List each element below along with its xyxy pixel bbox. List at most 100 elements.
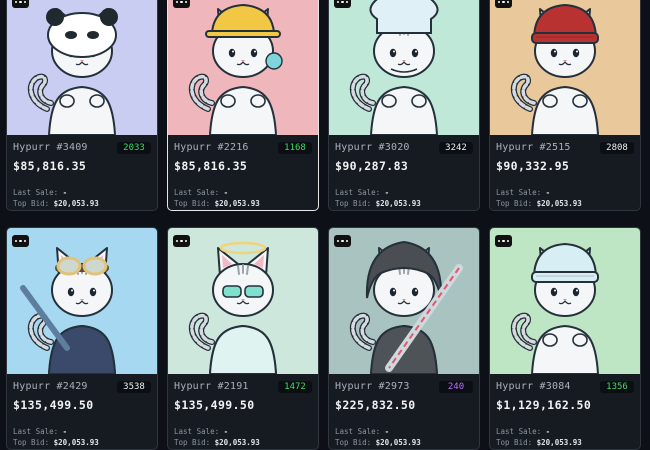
last-sale-value: - [62,188,68,197]
nft-info: Hypurr #2429 3538 $135,499.50 Last Sale: -T… [7,374,157,448]
last-sale-label: Last Sale: [335,188,381,197]
nft-image[interactable] [490,228,640,374]
more-options-icon[interactable] [495,235,512,247]
more-options-icon[interactable] [12,0,29,8]
nft-price: $90,332.95 [496,159,570,173]
nft-image[interactable] [7,228,157,374]
title-row: Hypurr #2973 240 [335,378,473,395]
more-options-icon[interactable] [334,0,351,8]
top-bid-row: Top Bid: $20,053.93 [335,437,473,448]
last-sale-label: Last Sale: [496,188,542,197]
top-bid-label: Top Bid: [13,438,50,447]
nft-card[interactable]: Hypurr #2429 3538 $135,499.50 Last Sale: -T… [6,227,158,450]
nft-image[interactable] [329,0,479,135]
top-bid-row: Top Bid: $20,053.93 [496,437,634,448]
nft-price: $1,129,162.50 [496,398,592,412]
nft-image[interactable] [7,0,157,135]
top-bid-label: Top Bid: [496,438,533,447]
nft-info: Hypurr #2191 1472 $135,499.50 Last Sale: -T… [168,374,318,448]
more-options-icon[interactable] [12,235,29,247]
nft-card[interactable]: Hypurr #2191 1472 $135,499.50 Last Sale: -T… [167,227,319,450]
nft-price: $90,287.83 [335,159,409,173]
rarity-rank-badge: 1168 [278,141,312,154]
nft-card[interactable]: Hypurr #3409 2033 $85,816.35 Last Sale: - To… [6,0,158,211]
top-bid-row: Top Bid: $20,053.93 [174,437,312,448]
nft-info: Hypurr #3020 3242 $90,287.83 Last Sale: - To… [329,135,479,209]
nft-name: Hypurr #3409 [13,142,88,153]
hypurr-artwork [329,0,479,135]
top-bid-value: $20,053.93 [375,199,421,208]
top-bid-value: $20,053.93 [536,438,582,447]
last-sale-value: - [384,427,390,436]
hypurr-artwork [7,228,157,374]
nft-card[interactable]: Hypurr #2216 1168 $85,816.35 Last Sale: - To… [167,0,319,211]
top-bid-value: $20,053.93 [375,438,421,447]
nft-name: Hypurr #2973 [335,381,410,392]
sale-info: Last Sale: - Top Bid: $20,053.93 [335,187,473,209]
last-sale-value: - [62,427,68,436]
nft-card[interactable]: Hypurr #3084 1356 $1,129,162.50 Last Sale: … [489,227,641,450]
top-bid-row: Top Bid: $20,053.93 [13,198,151,209]
nft-price: $85,816.35 [174,159,248,173]
top-bid-label: Top Bid: [174,438,211,447]
hypurr-artwork [168,0,318,135]
nft-card[interactable]: Hypurr #3020 3242 $90,287.83 Last Sale: - To… [328,0,480,211]
nft-name: Hypurr #3084 [496,381,571,392]
title-row: Hypurr #3084 1356 [496,378,634,395]
sale-info: Last Sale: - Top Bid: $20,053.93 [174,187,312,209]
top-bid-value: $20,053.93 [214,199,260,208]
more-options-icon[interactable] [173,0,190,8]
top-bid-value: $20,053.93 [214,438,260,447]
nft-name: Hypurr #2216 [174,142,249,153]
nft-card[interactable]: Hypurr #2973 240 $225,832.50 Last Sale: - To… [328,227,480,450]
top-bid-row: Top Bid: $20,053.93 [335,198,473,209]
top-bid-label: Top Bid: [335,438,372,447]
top-bid-row: Top Bid: $20,053.93 [13,437,151,448]
last-sale-label: Last Sale: [174,427,220,436]
last-sale-value: - [223,188,229,197]
hypurr-artwork [329,228,479,374]
nft-name: Hypurr #3020 [335,142,410,153]
hypurr-artwork [7,0,157,135]
nft-price: $135,499.50 [174,398,255,412]
last-sale-value: - [384,188,390,197]
last-sale-row: Last Sale: - [335,187,473,198]
rarity-rank-badge: 1356 [600,380,634,393]
nft-image[interactable] [168,228,318,374]
sale-info: Last Sale: - Top Bid: $20,053.93 [496,426,634,448]
nft-grid: Hypurr #3409 2033 $85,816.35 Last Sale: - To… [6,0,641,450]
title-row: Hypurr #2515 2808 [496,139,634,156]
nft-image[interactable] [329,228,479,374]
last-sale-value: - [545,427,551,436]
nft-card[interactable]: Hypurr #2515 2808 $90,332.95 Last Sale: - To… [489,0,641,211]
nft-info: Hypurr #2515 2808 $90,332.95 Last Sale: - To… [490,135,640,209]
title-row: Hypurr #2429 3538 [13,378,151,395]
nft-info: Hypurr #3409 2033 $85,816.35 Last Sale: - To… [7,135,157,209]
rarity-rank-badge: 2033 [117,141,151,154]
rarity-rank-badge: 240 [439,380,473,393]
last-sale-row: Last Sale: - [13,426,151,437]
more-options-icon[interactable] [495,0,512,8]
more-options-icon[interactable] [173,235,190,247]
nft-name: Hypurr #2429 [13,381,88,392]
nft-image[interactable] [168,0,318,135]
top-bid-label: Top Bid: [335,199,372,208]
nft-info: Hypurr #2973 240 $225,832.50 Last Sale: - To… [329,374,479,448]
title-row: Hypurr #2216 1168 [174,139,312,156]
rarity-rank-badge: 3538 [117,380,151,393]
sale-info: Last Sale: - Top Bid: $20,053.93 [335,426,473,448]
hypurr-artwork [168,228,318,374]
top-bid-label: Top Bid: [496,199,533,208]
hypurr-artwork [490,228,640,374]
nft-price: $85,816.35 [13,159,87,173]
more-options-icon[interactable] [334,235,351,247]
last-sale-value: - [545,188,551,197]
rarity-rank-badge: 3242 [439,141,473,154]
top-bid-value: $20,053.93 [536,199,582,208]
top-bid-row: Top Bid: $20,053.93 [496,198,634,209]
last-sale-row: Last Sale: - [496,187,634,198]
title-row: Hypurr #3409 2033 [13,139,151,156]
last-sale-label: Last Sale: [13,188,59,197]
nft-image[interactable] [490,0,640,135]
last-sale-row: Last Sale: - [174,426,312,437]
